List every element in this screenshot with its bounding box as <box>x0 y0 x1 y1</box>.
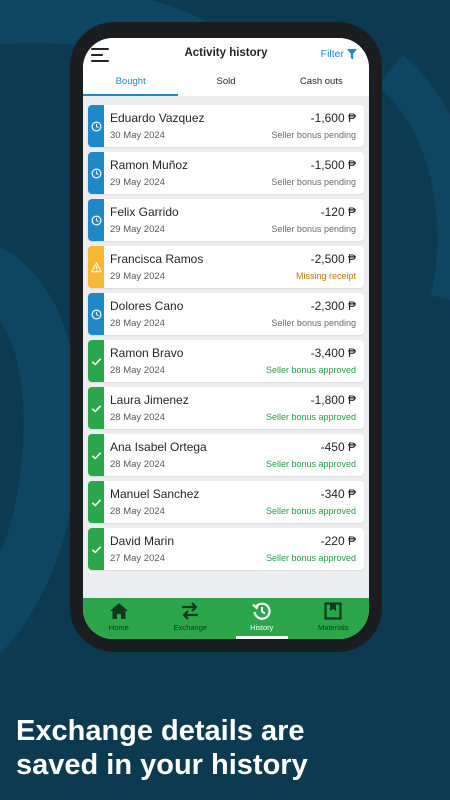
transaction-date: 28 May 2024 <box>110 459 165 470</box>
checkmark-icon <box>91 404 101 413</box>
status-text: Seller bonus approved <box>265 459 356 469</box>
buyer-name: David Marin <box>110 534 175 548</box>
buyer-name: Manuel Sanchez <box>110 487 200 501</box>
status-strip <box>88 199 104 241</box>
transaction-amount: -1,500 ₱ <box>310 158 356 172</box>
tab-bought[interactable]: Bought <box>83 71 179 96</box>
funnel-icon <box>347 48 357 59</box>
checkmark-icon <box>91 545 101 554</box>
transaction-card[interactable]: Ana Isabel Ortega 28 May 2024 -450 ₱ Seller… <box>88 434 364 476</box>
status-strip <box>88 246 104 288</box>
status-strip <box>88 340 104 382</box>
promo-headline: Exchange details are saved in your histo… <box>16 714 436 782</box>
buyer-name: Felix Garrido <box>110 205 179 219</box>
filter-label: Filter <box>320 48 344 60</box>
transaction-amount: -3,400 ₱ <box>310 346 356 360</box>
filter-button[interactable]: Filter <box>321 48 357 60</box>
transaction-card[interactable]: Eduardo Vazquez 30 May 2024 -1,600 ₱ Seller… <box>88 105 364 147</box>
transaction-card[interactable]: Dolores Cano 28 May 2024 -2,300 ₱ Seller bo… <box>88 293 364 335</box>
materials-icon <box>324 602 342 620</box>
transaction-amount: -220 ₱ <box>320 534 356 548</box>
transaction-date: 29 May 2024 <box>110 271 165 282</box>
status-strip <box>88 105 104 147</box>
nav-exchange-label: Exchange <box>173 623 207 632</box>
app-screen: Activity history Filter Bought Sold Cash… <box>83 38 369 639</box>
status-text: Seller bonus pending <box>271 177 356 187</box>
transaction-date: 28 May 2024 <box>110 506 165 517</box>
transaction-amount: -2,500 ₱ <box>310 252 356 266</box>
status-strip <box>88 434 104 476</box>
buyer-name: Eduardo Vazquez <box>110 111 205 125</box>
status-text: Seller bonus pending <box>271 130 356 140</box>
transaction-date: 29 May 2024 <box>110 177 165 188</box>
transaction-card[interactable]: Ramon Bravo 28 May 2024 -3,400 ₱ Seller bon… <box>88 340 364 382</box>
checkmark-icon <box>91 498 101 507</box>
nav-exchange[interactable]: Exchange <box>155 598 227 639</box>
tab-bar: Bought Sold Cash outs <box>83 71 369 96</box>
clock-icon <box>91 121 101 131</box>
nav-home-label: Home <box>108 623 129 632</box>
transaction-list: Eduardo Vazquez 30 May 2024 -1,600 ₱ Seller… <box>88 105 364 575</box>
nav-home[interactable]: Home <box>83 598 155 639</box>
status-text: Seller bonus approved <box>265 412 356 422</box>
home-icon <box>109 603 128 619</box>
transaction-card[interactable]: Ramon Muñoz 29 May 2024 -1,500 ₱ Seller bon… <box>88 152 364 194</box>
nav-materials-label: Materials <box>318 623 349 632</box>
exchange-icon <box>182 602 199 620</box>
transaction-date: 27 May 2024 <box>110 553 165 564</box>
transaction-date: 28 May 2024 <box>110 365 165 376</box>
transaction-amount: -120 ₱ <box>320 205 356 219</box>
app-bar: Activity history Filter Bought Sold Cash… <box>83 38 369 96</box>
transaction-date: 30 May 2024 <box>110 130 165 141</box>
nav-history-label: History <box>250 623 274 632</box>
promo-line-2: saved in your history <box>16 749 308 781</box>
status-strip <box>88 387 104 429</box>
status-text: Seller bonus pending <box>271 224 356 234</box>
transaction-amount: -340 ₱ <box>320 487 356 501</box>
status-text: Seller bonus approved <box>265 506 356 516</box>
transaction-amount: -1,800 ₱ <box>310 393 356 407</box>
clock-icon <box>91 168 101 178</box>
status-strip <box>88 293 104 335</box>
transaction-card[interactable]: David Marin 27 May 2024 -220 ₱ Seller bonus… <box>88 528 364 570</box>
checkmark-icon <box>91 451 101 460</box>
transaction-card[interactable]: Manuel Sanchez 28 May 2024 -340 ₱ Seller bo… <box>88 481 364 523</box>
transaction-card[interactable]: Felix Garrido 29 May 2024 -120 ₱ Seller bon… <box>88 199 364 241</box>
bottom-navigation: Home Exchange History Materials <box>83 598 369 639</box>
status-text: Seller bonus approved <box>265 553 356 563</box>
tab-cash-outs[interactable]: Cash outs <box>274 71 369 96</box>
checkmark-icon <box>91 357 101 366</box>
buyer-name: Dolores Cano <box>110 299 184 313</box>
clock-icon <box>91 215 101 225</box>
transaction-amount: -2,300 ₱ <box>310 299 356 313</box>
transaction-date: 29 May 2024 <box>110 224 165 235</box>
history-icon <box>252 602 271 620</box>
transaction-date: 28 May 2024 <box>110 318 165 329</box>
buyer-name: Laura Jimenez <box>110 393 189 407</box>
transaction-date: 28 May 2024 <box>110 412 165 423</box>
status-text: Seller bonus approved <box>265 365 356 375</box>
transaction-card[interactable]: Francisca Ramos 29 May 2024 -2,500 ₱ Missin… <box>88 246 364 288</box>
status-text: Seller bonus pending <box>271 318 356 328</box>
tab-sold[interactable]: Sold <box>178 71 273 96</box>
buyer-name: Ramon Muñoz <box>110 158 189 172</box>
status-strip <box>88 481 104 523</box>
status-strip <box>88 152 104 194</box>
transaction-amount: -450 ₱ <box>320 440 356 454</box>
status-text: Missing receipt <box>295 271 356 281</box>
buyer-name: Ramon Bravo <box>110 346 184 360</box>
status-strip <box>88 528 104 570</box>
warning-icon <box>90 261 102 272</box>
buyer-name: Ana Isabel Ortega <box>110 440 207 454</box>
nav-history[interactable]: History <box>226 598 298 639</box>
transaction-amount: -1,600 ₱ <box>310 111 356 125</box>
promo-line-1: Exchange details are <box>16 715 305 747</box>
buyer-name: Francisca Ramos <box>110 252 204 266</box>
nav-materials[interactable]: Materials <box>298 598 370 639</box>
clock-icon <box>91 309 101 319</box>
transaction-card[interactable]: Laura Jimenez 28 May 2024 -1,800 ₱ Seller b… <box>88 387 364 429</box>
